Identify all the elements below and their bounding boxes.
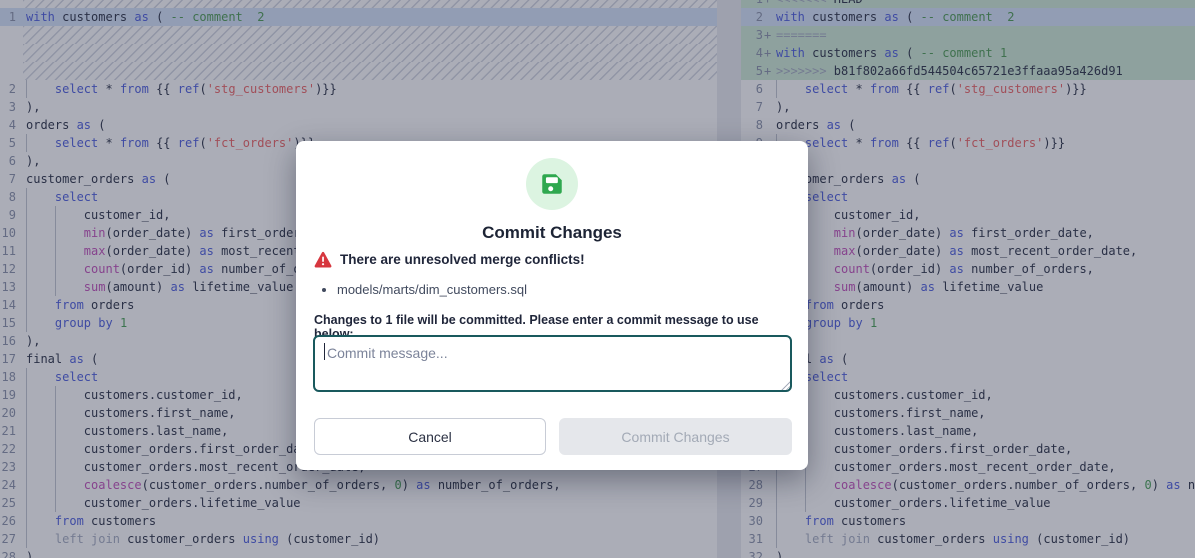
dialog-title: Commit Changes	[296, 223, 808, 243]
cancel-button[interactable]: Cancel	[314, 418, 546, 455]
commit-changes-button[interactable]: Commit Changes	[559, 418, 792, 455]
app-window: 1with customers as ( -- comment 22 selec…	[0, 0, 1195, 558]
warning-text: There are unresolved merge conflicts!	[340, 252, 585, 267]
merge-conflict-warning: There are unresolved merge conflicts!	[314, 251, 585, 268]
conflict-file-item: models/marts/dim_customers.sql	[337, 281, 790, 298]
warning-icon	[314, 251, 332, 268]
save-icon	[526, 158, 578, 210]
text-cursor	[324, 343, 325, 360]
commit-message-input[interactable]	[313, 335, 792, 392]
conflict-file-list: models/marts/dim_customers.sql	[314, 281, 790, 298]
commit-changes-dialog: Commit Changes There are unresolved merg…	[296, 141, 808, 470]
